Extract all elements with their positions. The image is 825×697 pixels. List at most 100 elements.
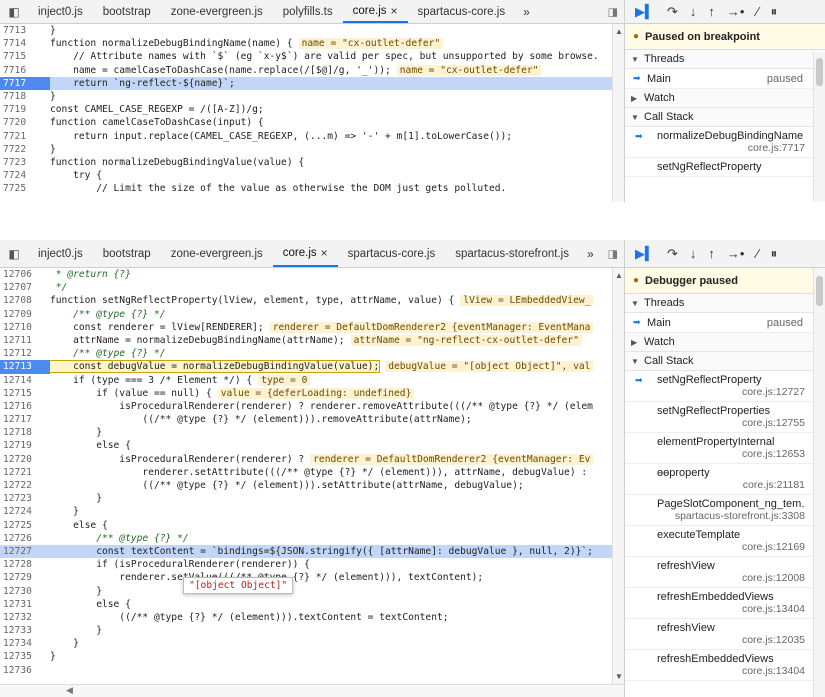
line-number[interactable]: 12720 <box>0 453 50 466</box>
threads-section-header[interactable]: ▼ Threads <box>625 50 825 69</box>
line-number[interactable]: 12709 <box>0 308 50 321</box>
bottom-sidebar-scrollbar[interactable] <box>813 268 825 697</box>
step-into-icon[interactable]: ↓ <box>690 4 697 19</box>
line-number[interactable]: 12727 <box>0 545 50 558</box>
top-sidebar-scrollbar[interactable] <box>813 52 825 202</box>
file-tab[interactable]: zone-evergreen.js <box>161 0 273 23</box>
tab-overflow-button[interactable]: » <box>515 5 538 19</box>
call-stack-frame[interactable]: PageSlotComponent_ng_tem... spartacus-sto… <box>625 495 825 526</box>
resume-icon[interactable]: ▶▍ <box>635 246 655 262</box>
call-stack-frame[interactable]: ➡ normalizeDebugBindingName core.js:7717 <box>625 127 825 158</box>
navigator-toggle-icon[interactable]: ◧ <box>0 5 28 19</box>
line-number[interactable]: 7719 <box>0 103 50 116</box>
line-number[interactable]: 7715 <box>0 50 50 63</box>
call-stack-frame[interactable]: setNgReflectProperties core.js:12755 <box>625 402 825 433</box>
breakpoint-line-number[interactable]: 7717 <box>0 76 50 90</box>
line-number[interactable]: 12735 <box>0 650 50 663</box>
line-number[interactable]: 12734 <box>0 637 50 650</box>
close-icon[interactable]: × <box>321 246 328 260</box>
breakpoint-line-number[interactable]: 12713 <box>0 360 50 374</box>
deactivate-breakpoints-icon[interactable]: ⁄ <box>756 246 758 261</box>
line-number[interactable]: 12726 <box>0 532 50 545</box>
scroll-up-icon[interactable]: ▲ <box>615 27 623 36</box>
line-number[interactable]: 7714 <box>0 37 50 50</box>
step-over-icon[interactable]: ↷ <box>667 4 678 20</box>
file-tab[interactable]: bootstrap <box>93 0 161 23</box>
line-number[interactable]: 7720 <box>0 116 50 129</box>
line-number[interactable]: 12714 <box>0 374 50 387</box>
file-tab[interactable]: spartacus-core.js <box>338 240 446 267</box>
line-number[interactable]: 12728 <box>0 558 50 571</box>
line-number[interactable]: 12732 <box>0 611 50 624</box>
deactivate-breakpoints-icon[interactable]: ⁄ <box>756 4 758 19</box>
line-number[interactable]: 7722 <box>0 143 50 156</box>
line-number[interactable]: 12718 <box>0 426 50 439</box>
threads-section-header[interactable]: ▼ Threads <box>625 294 825 313</box>
line-number[interactable]: 7723 <box>0 156 50 169</box>
line-number[interactable]: 12724 <box>0 505 50 518</box>
line-number[interactable]: 7721 <box>0 130 50 143</box>
line-number[interactable]: 7725 <box>0 182 50 195</box>
line-number[interactable]: 12730 <box>0 585 50 598</box>
bottom-code-scrollbar[interactable]: ▲ ▼ <box>612 268 624 684</box>
call-stack-frame[interactable]: ➡ setNgReflectProperty core.js:12727 <box>625 371 825 402</box>
call-stack-frame[interactable]: refreshEmbeddedViews core.js:13404 <box>625 588 825 619</box>
line-number[interactable]: 7716 <box>0 64 50 77</box>
file-tab[interactable]: spartacus-storefront.js <box>445 240 579 267</box>
file-tab[interactable]: spartacus-core.js <box>408 0 516 23</box>
thread-row-main[interactable]: ➡ Main paused <box>625 69 825 89</box>
file-tab[interactable]: polyfills.ts <box>273 0 343 23</box>
file-tab[interactable]: bootstrap <box>93 240 161 267</box>
line-number[interactable]: 12733 <box>0 624 50 637</box>
call-stack-frame[interactable]: refreshView core.js:12008 <box>625 557 825 588</box>
line-number[interactable]: 12716 <box>0 400 50 413</box>
line-number[interactable]: 12708 <box>0 294 50 307</box>
line-number[interactable]: 12722 <box>0 479 50 492</box>
top-code-scrollbar[interactable]: ▲ <box>612 24 624 202</box>
call-stack-section-header[interactable]: ▼ Call Stack <box>625 352 825 371</box>
call-stack-frame[interactable]: setNgReflectProperty <box>625 158 825 177</box>
debugger-sidebar-toggle-icon[interactable]: ◨ <box>608 5 618 18</box>
step-over-icon[interactable]: ↷ <box>667 246 678 262</box>
debugger-sidebar-toggle-icon[interactable]: ◨ <box>608 247 618 260</box>
thread-row-main[interactable]: ➡ Main paused <box>625 313 825 333</box>
line-number[interactable]: 12715 <box>0 387 50 400</box>
file-tab[interactable]: core.js × <box>272 240 338 267</box>
line-number[interactable]: 12723 <box>0 492 50 505</box>
line-number[interactable]: 7713 <box>0 24 50 37</box>
line-number[interactable]: 12721 <box>0 466 50 479</box>
watch-section-header[interactable]: ▶ Watch <box>625 333 825 352</box>
line-number[interactable]: 12731 <box>0 598 50 611</box>
file-tab[interactable]: inject0.js <box>28 0 93 23</box>
line-number[interactable]: 12719 <box>0 439 50 452</box>
line-number[interactable]: 12736 <box>0 664 50 677</box>
step-icon[interactable]: →• <box>727 4 745 19</box>
step-out-icon[interactable]: ↑ <box>708 4 715 19</box>
line-number[interactable]: 12729 <box>0 571 50 584</box>
tab-overflow-button[interactable]: » <box>579 247 602 261</box>
file-tab[interactable]: inject0.js <box>28 240 93 267</box>
resume-icon[interactable]: ▶▍ <box>635 4 655 20</box>
file-tab[interactable]: zone-evergreen.js <box>161 240 273 267</box>
line-number[interactable]: 12711 <box>0 334 50 347</box>
call-stack-section-header[interactable]: ▼ Call Stack <box>625 108 825 127</box>
call-stack-frame[interactable]: ɵɵproperty core.js:21181 <box>625 464 825 495</box>
line-number[interactable]: 12712 <box>0 347 50 360</box>
line-number[interactable]: 12725 <box>0 519 50 532</box>
call-stack-frame[interactable]: executeTemplate core.js:12169 <box>625 526 825 557</box>
scroll-left-icon[interactable]: ◀ <box>66 685 73 696</box>
top-code-editor[interactable]: 7713} 7714 function normalizeDebugBindingN… <box>0 24 624 202</box>
scroll-up-icon[interactable]: ▲ <box>615 271 623 280</box>
scrollbar-thumb[interactable] <box>816 58 823 86</box>
call-stack-frame[interactable]: refreshView core.js:12035 <box>625 619 825 650</box>
scrollbar-thumb[interactable] <box>816 276 823 306</box>
close-icon[interactable]: × <box>391 4 398 18</box>
navigator-toggle-icon[interactable]: ◧ <box>0 247 28 261</box>
call-stack-frame[interactable]: refreshEmbeddedViews core.js:13404 <box>625 650 825 681</box>
step-into-icon[interactable]: ↓ <box>690 246 697 261</box>
line-number[interactable]: 7718 <box>0 90 50 103</box>
bottom-code-horizontal-scrollbar[interactable]: ◀ <box>0 684 624 697</box>
line-number[interactable]: 12707 <box>0 281 50 294</box>
line-number[interactable]: 12706 <box>0 268 50 281</box>
pause-on-exceptions-icon[interactable]: ⏸ <box>771 246 778 262</box>
